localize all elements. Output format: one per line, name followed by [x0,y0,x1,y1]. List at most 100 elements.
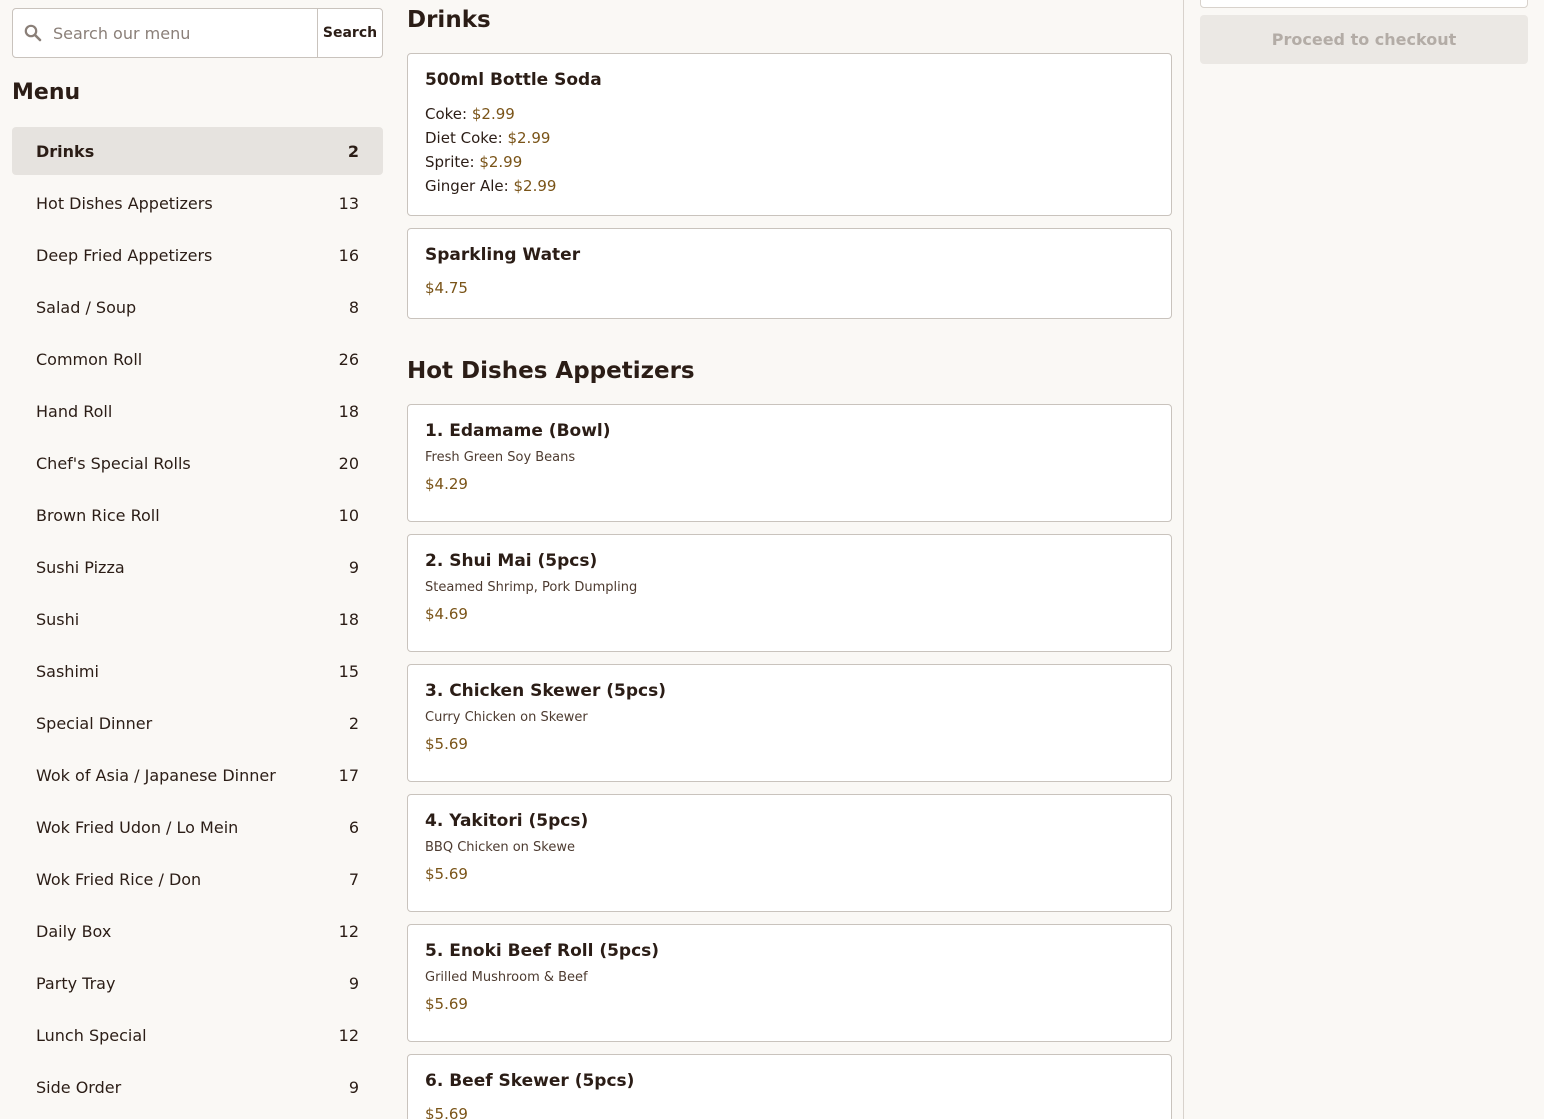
item-price: $5.69 [425,735,468,753]
sidebar-item-brown-rice-roll[interactable]: Brown Rice Roll 10 [12,491,383,539]
sidebar-item-wok-of-asia[interactable]: Wok of Asia / Japanese Dinner 17 [12,751,383,799]
item-description: Grilled Mushroom & Beef [425,970,588,985]
category-count: 9 [348,973,359,993]
sidebar-item-lunch-special[interactable]: Lunch Special 12 [12,1011,383,1059]
category-count: 2 [347,141,359,161]
category-label: Chef's Special Rolls [36,453,191,473]
checkout-button[interactable]: Proceed to checkout [1200,15,1528,64]
item-description: Fresh Green Soy Beans [425,450,576,465]
category-count: 10 [338,505,359,525]
menu-heading: Menu [12,80,81,105]
sidebar-item-deep-fried-appetizers[interactable]: Deep Fried Appetizers 16 [12,231,383,279]
menu-item-card[interactable]: 4. Yakitori (5pcs) BBQ Chicken on Skewe … [407,794,1172,912]
search-button[interactable]: Search [317,9,382,57]
item-name: 4. Yakitori (5pcs) [425,811,589,831]
sidebar-item-wok-fried-rice[interactable]: Wok Fried Rice / Don 7 [12,855,383,903]
variant-price: $2.99 [471,105,515,123]
item-description: Curry Chicken on Skewer [425,710,588,725]
item-description: Steamed Shrimp, Pork Dumpling [425,580,638,595]
panel-divider [1183,0,1184,1119]
sidebar-item-hand-roll[interactable]: Hand Roll 18 [12,387,383,435]
sidebar-item-hot-dishes-appetizers[interactable]: Hot Dishes Appetizers 13 [12,179,383,227]
item-name: 1. Edamame (Bowl) [425,421,611,441]
category-count: 18 [338,401,359,421]
category-count: 8 [348,297,359,317]
item-price: $4.75 [425,279,468,297]
category-list: Drinks 2 Hot Dishes Appetizers 13 Deep Fri… [12,127,383,1115]
variant-row: Diet Coke: $2.99 [425,126,1154,150]
category-count: 2 [348,713,359,733]
item-description: BBQ Chicken on Skewe [425,840,575,855]
category-label: Sushi [36,609,80,629]
sidebar-item-salad-soup[interactable]: Salad / Soup 8 [12,283,383,331]
category-label: Daily Box [36,921,112,941]
category-label: Wok Fried Rice / Don [36,869,202,889]
category-label: Hand Roll [36,401,113,421]
category-label: Special Dinner [36,713,153,733]
item-price: $4.29 [425,475,468,493]
menu-item-card[interactable]: 6. Beef Skewer (5pcs) $5.69 [407,1054,1172,1119]
menu-item-card[interactable]: 3. Chicken Skewer (5pcs) Curry Chicken o… [407,664,1172,782]
variant-label: Sprite: [425,153,475,171]
category-count: 17 [338,765,359,785]
category-label: Wok of Asia / Japanese Dinner [36,765,276,785]
category-count: 20 [338,453,359,473]
sidebar-item-common-roll[interactable]: Common Roll 26 [12,335,383,383]
item-name: 6. Beef Skewer (5pcs) [425,1071,635,1091]
menu-content: Drinks 500ml Bottle Soda Coke: $2.99 Die… [407,0,1172,1119]
item-price: $5.69 [425,865,468,883]
item-name: 3. Chicken Skewer (5pcs) [425,681,666,701]
search-input[interactable] [53,9,317,57]
category-count: 26 [338,349,359,369]
menu-item-card[interactable]: 1. Edamame (Bowl) Fresh Green Soy Beans … [407,404,1172,522]
category-label: Sushi Pizza [36,557,125,577]
category-count: 9 [348,557,359,577]
sidebar-item-drinks[interactable]: Drinks 2 [12,127,383,175]
item-price: $4.69 [425,605,468,623]
category-label: Deep Fried Appetizers [36,245,213,265]
sidebar-item-chefs-special-rolls[interactable]: Chef's Special Rolls 20 [12,439,383,487]
item-name: 2. Shui Mai (5pcs) [425,551,598,571]
item-variants: Coke: $2.99 Diet Coke: $2.99 Sprite: $2.… [425,102,1154,198]
search-icon [13,9,53,57]
sidebar-item-daily-box[interactable]: Daily Box 12 [12,907,383,955]
item-name: Sparkling Water [425,245,581,265]
category-label: Common Roll [36,349,143,369]
sidebar-item-side-order[interactable]: Side Order 9 [12,1063,383,1111]
section-title-drinks: Drinks [407,7,491,33]
category-label: Side Order [36,1077,122,1097]
section-title-hot-dishes-appetizers: Hot Dishes Appetizers [407,358,695,384]
variant-price: $2.99 [507,129,551,147]
variant-row: Sprite: $2.99 [425,150,1154,174]
menu-sidebar: Search Menu Drinks 2 Hot Dishes Appetizer… [12,0,383,1119]
sidebar-item-party-tray[interactable]: Party Tray 9 [12,959,383,1007]
category-count: 13 [338,193,359,213]
variant-price: $2.99 [513,177,557,195]
category-count: 6 [348,817,359,837]
category-label: Wok Fried Udon / Lo Mein [36,817,239,837]
sidebar-item-wok-fried-udon[interactable]: Wok Fried Udon / Lo Mein 6 [12,803,383,851]
variant-row: Ginger Ale: $2.99 [425,174,1154,198]
sidebar-item-special-dinner[interactable]: Special Dinner 2 [12,699,383,747]
category-label: Hot Dishes Appetizers [36,193,213,213]
variant-label: Diet Coke: [425,129,503,147]
item-price: $5.69 [425,995,468,1013]
item-name: 500ml Bottle Soda [425,70,602,90]
cart-summary-box [1200,0,1528,8]
category-count: 12 [338,921,359,941]
category-label: Brown Rice Roll [36,505,160,525]
menu-item-card[interactable]: 5. Enoki Beef Roll (5pcs) Grilled Mushro… [407,924,1172,1042]
category-count: 12 [338,1025,359,1045]
sidebar-item-sushi-pizza[interactable]: Sushi Pizza 9 [12,543,383,591]
menu-item-card[interactable]: 2. Shui Mai (5pcs) Steamed Shrimp, Pork … [407,534,1172,652]
category-count: 16 [338,245,359,265]
sidebar-item-sushi[interactable]: Sushi 18 [12,595,383,643]
category-label: Drinks [36,141,95,161]
category-count: 18 [338,609,359,629]
category-label: Sashimi [36,661,99,681]
menu-item-card[interactable]: 500ml Bottle Soda Coke: $2.99 Diet Coke:… [407,53,1172,216]
sidebar-item-sashimi[interactable]: Sashimi 15 [12,647,383,695]
category-count: 7 [348,869,359,889]
search-box: Search [12,8,383,58]
menu-item-card[interactable]: Sparkling Water $4.75 [407,228,1172,319]
